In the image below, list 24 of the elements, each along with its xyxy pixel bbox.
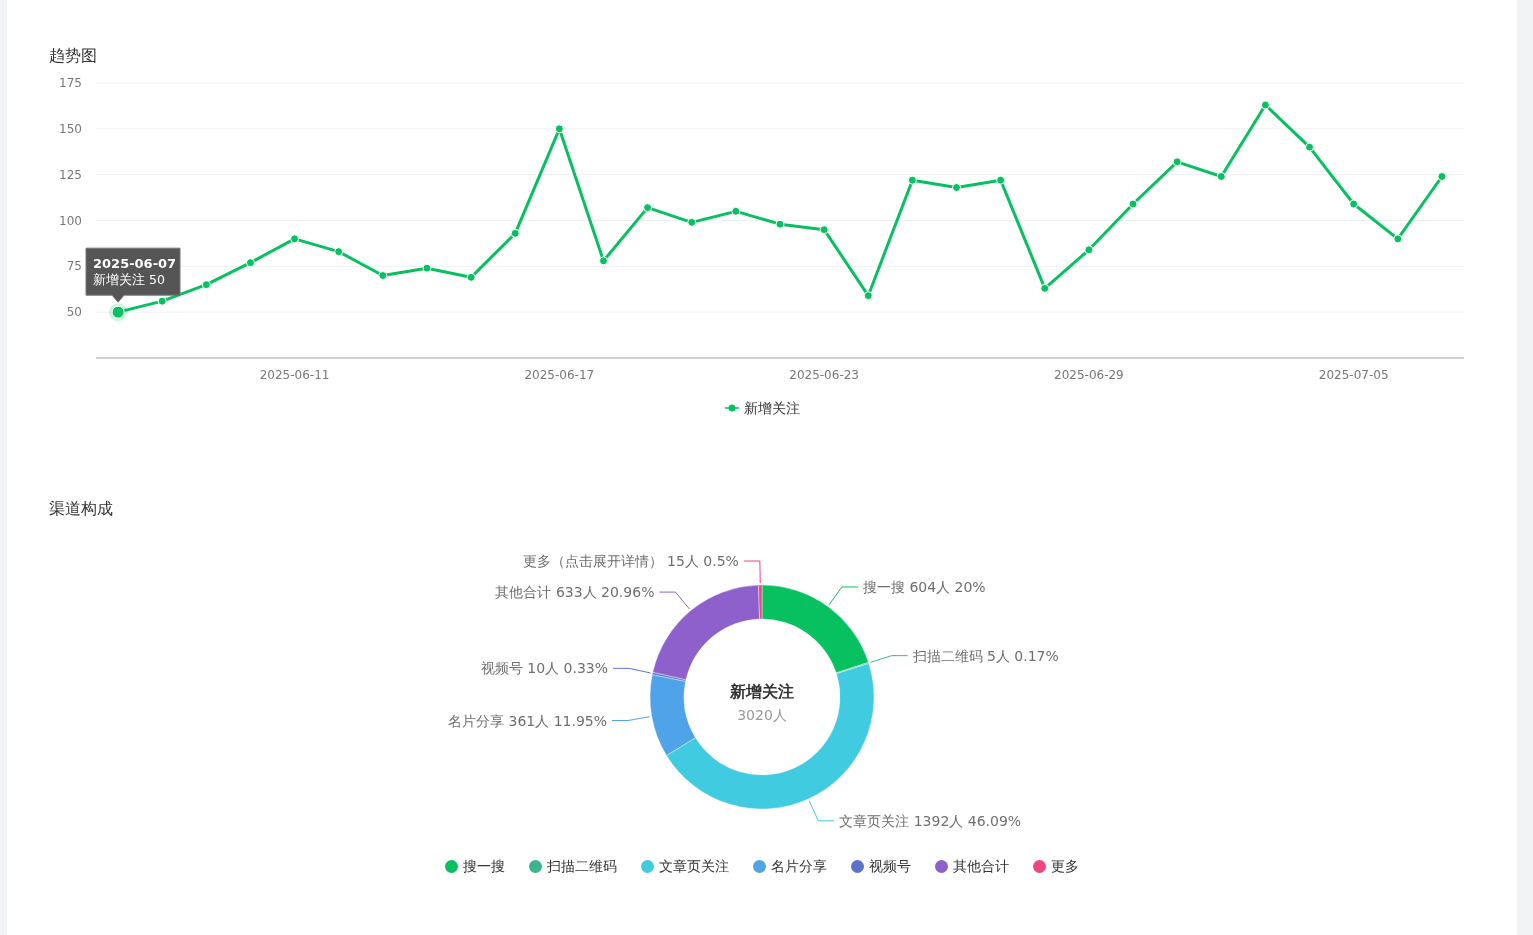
center-value: 3020人 [737,707,787,723]
slice-label: 搜一搜 604人 20% [862,578,986,595]
tooltip-title: 2025-06-07 [93,256,177,272]
slice-label: 文章页关注 1392人 46.09% [839,812,1022,829]
axis-label: 2025-07-05 [1318,368,1389,382]
axis-label: 75 [66,259,82,274]
axis-label: 2025-06-29 [1054,368,1124,382]
slice-label: 更多（点击展开详情） 15人 0.5% [522,553,739,569]
slice-label: 视频号 10人 0.33% [480,660,609,677]
axis-label: 125 [59,167,82,182]
tooltip-text: 新增关注 50 [93,272,165,288]
axis-label: 50 [66,305,82,320]
section-title: 趋势图 [49,46,97,65]
axis-label: 2025-06-23 [789,368,859,382]
axis-label: 2025-06-17 [524,368,595,382]
slice-label: 其他合计 633人 20.96% [495,584,655,601]
axis-label: 175 [59,76,82,90]
slice-label: 名片分享 361人 11.95% [448,712,608,729]
axis-label: 2025-06-11 [259,368,330,382]
axis-label: 150 [59,121,82,136]
slice-label: 扫描二维码 5人 0.17% [912,647,1059,664]
section-title: 渠道构成 [49,499,113,518]
center-title: 新增关注 [730,682,794,701]
axis-label: 100 [59,213,82,228]
